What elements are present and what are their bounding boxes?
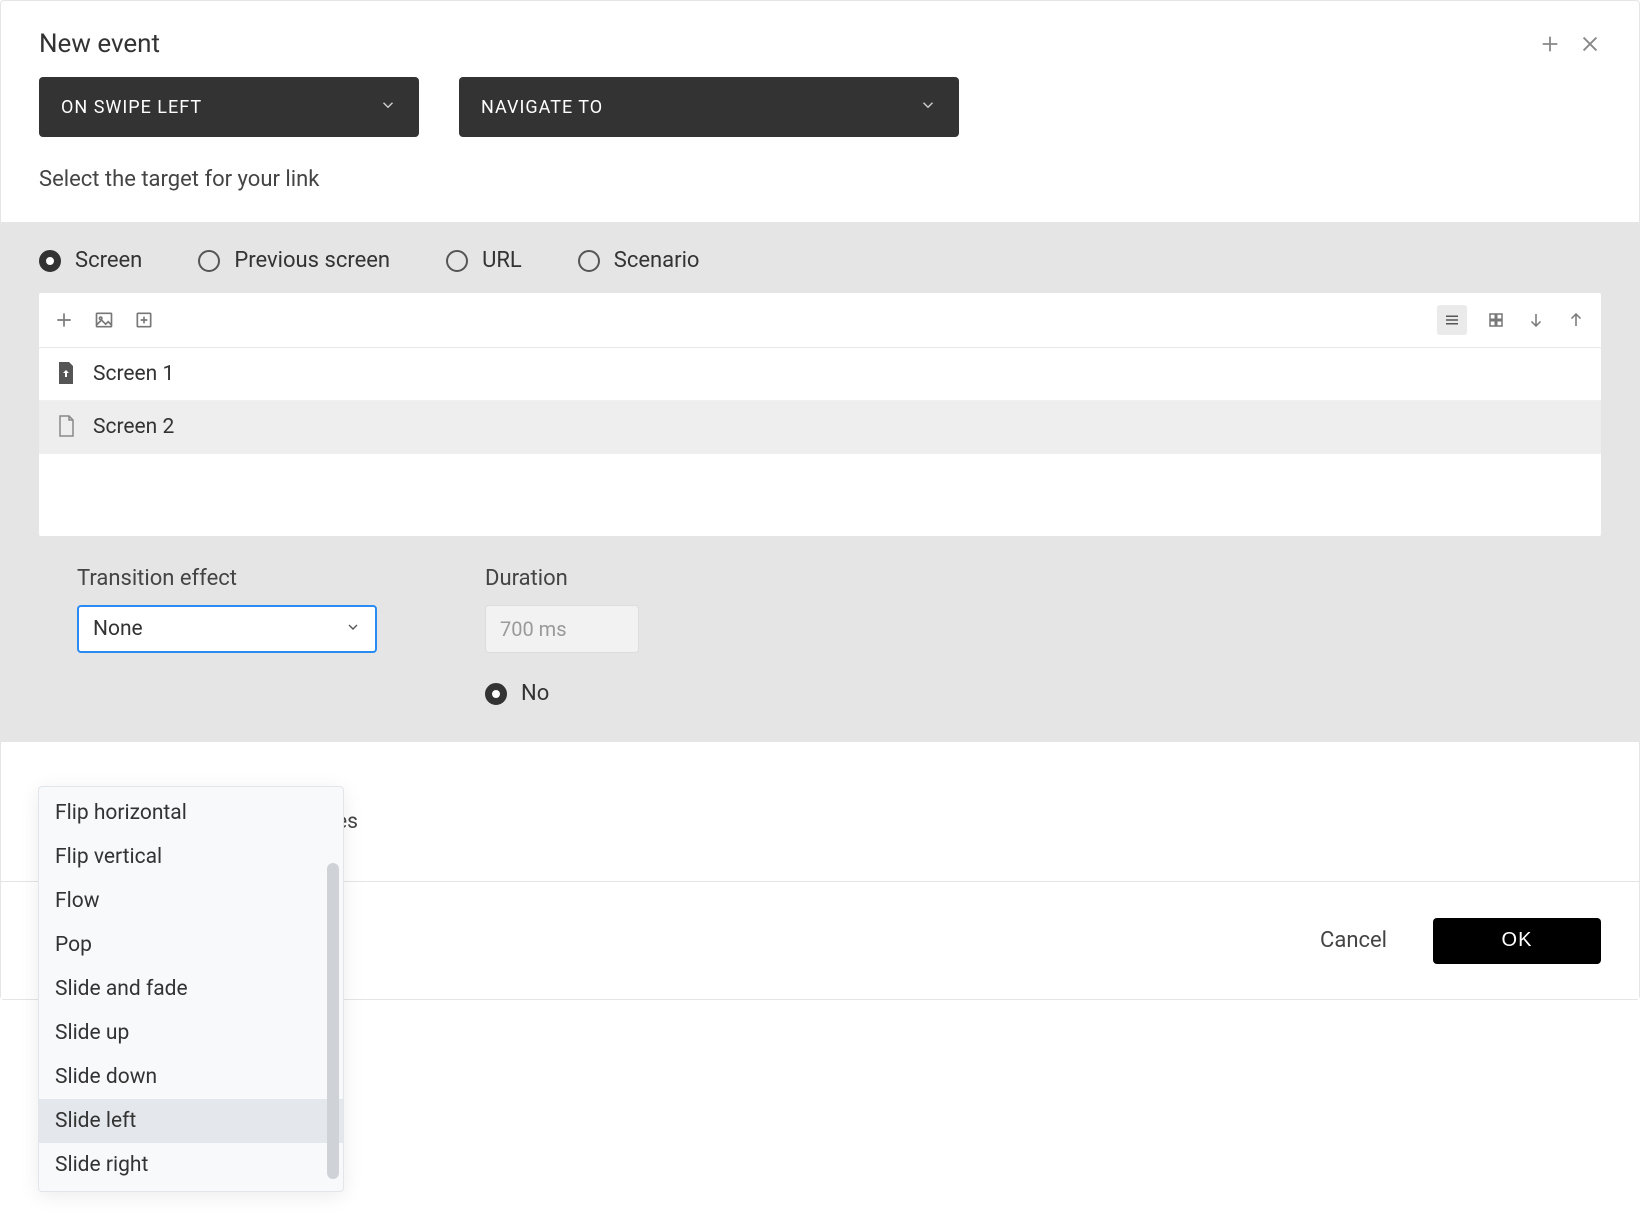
target-type-previous-screen[interactable]: Previous screen [198, 248, 390, 273]
action-select[interactable]: NAVIGATE TO [459, 77, 959, 137]
dropdown-option[interactable]: Slide up [39, 1011, 343, 1055]
dropdown-option[interactable]: Pop [39, 923, 343, 967]
home-screen-icon [57, 362, 77, 386]
radio-icon [485, 683, 507, 705]
chevron-down-icon [919, 96, 937, 119]
sort-up-icon[interactable] [1565, 309, 1587, 331]
screen-list-toolbar [39, 293, 1601, 348]
screen-row[interactable]: Screen 1 [39, 348, 1601, 401]
screen-row-label: Screen 1 [93, 362, 174, 386]
dropdown-option[interactable]: Flip horizontal [39, 791, 343, 835]
list-view-icon[interactable] [1437, 305, 1467, 335]
chevron-down-icon [379, 96, 397, 119]
grid-view-icon[interactable] [1485, 309, 1507, 331]
dropdown-option[interactable]: Flow [39, 879, 343, 923]
radio-icon [578, 250, 600, 272]
chevron-down-icon [345, 617, 361, 641]
action-select-label: NAVIGATE TO [481, 97, 603, 118]
target-type-url[interactable]: URL [446, 248, 522, 273]
image-icon[interactable] [93, 309, 115, 331]
dropdown-option[interactable]: Slide and fade [39, 967, 343, 1011]
target-type-radio-group: Screen Previous screen URL Scenario [39, 248, 1601, 273]
scrollbar[interactable] [327, 863, 339, 1179]
radio-icon [198, 250, 220, 272]
dropdown-option[interactable]: Slide down [39, 1055, 343, 1099]
page-icon [57, 415, 77, 439]
link-target-panel: Screen Previous screen URL Scenario [1, 222, 1639, 742]
dropdown-option-highlighted[interactable]: Slide left [39, 1099, 343, 1143]
add-icon[interactable] [1539, 33, 1561, 55]
duration-label: Duration [485, 566, 639, 591]
radio-label: No [521, 681, 549, 706]
close-icon[interactable] [1579, 33, 1601, 55]
dialog-title: New event [39, 29, 160, 59]
screen-row[interactable]: Screen 2 [39, 401, 1601, 454]
dropdown-option[interactable]: Slide right [39, 1143, 343, 1187]
target-type-scenario[interactable]: Scenario [578, 248, 700, 273]
radio-label: URL [482, 248, 522, 273]
screen-row-label: Screen 2 [93, 415, 174, 439]
screen-list: Screen 1 Screen 2 [39, 293, 1601, 536]
radio-icon [39, 250, 61, 272]
radio-icon [446, 250, 468, 272]
radio-label: Scenario [614, 248, 700, 273]
add-page-icon[interactable] [133, 309, 155, 331]
duration-input[interactable]: 700 ms [485, 605, 639, 653]
cancel-button[interactable]: Cancel [1320, 928, 1387, 953]
dialog-header: New event [1, 1, 1639, 77]
screen-list-empty-space [39, 454, 1601, 536]
no-radio[interactable]: No [485, 681, 639, 706]
duration-value: 700 ms [500, 617, 567, 641]
target-type-screen[interactable]: Screen [39, 248, 142, 273]
dropdown-option[interactable]: Flip vertical [39, 835, 343, 879]
new-screen-icon[interactable] [53, 309, 75, 331]
transition-effect-select[interactable]: None [77, 605, 377, 653]
transition-effect-value: None [93, 617, 143, 641]
radio-label: Previous screen [234, 248, 390, 273]
ok-button[interactable]: OK [1433, 918, 1601, 964]
transition-effect-label: Transition effect [77, 566, 377, 591]
transition-effect-dropdown[interactable]: Flip horizontal Flip vertical Flow Pop S… [38, 786, 344, 1192]
trigger-select-label: ON SWIPE LEFT [61, 97, 202, 118]
trigger-select[interactable]: ON SWIPE LEFT [39, 77, 419, 137]
sort-down-icon[interactable] [1525, 309, 1547, 331]
link-target-prompt: Select the target for your link [1, 167, 1639, 222]
radio-label: Screen [75, 248, 142, 273]
